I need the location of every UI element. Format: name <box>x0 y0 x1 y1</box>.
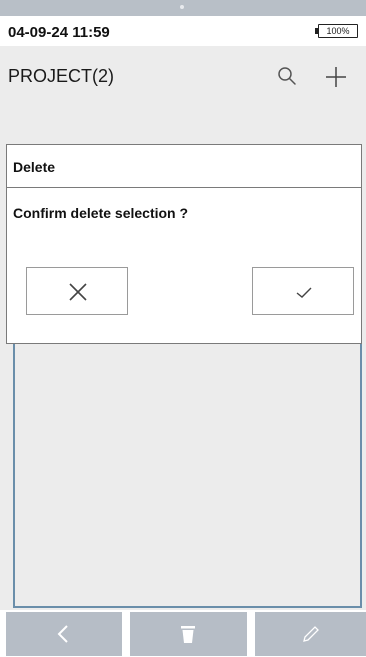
title-area: PROJECT(2) <box>0 46 366 144</box>
pencil-icon <box>303 626 319 642</box>
dialog-message: Confirm delete selection ? <box>13 205 189 221</box>
search-icon <box>278 67 296 85</box>
delete-dialog: Delete Confirm delete selection ? <box>6 144 362 344</box>
status-bar: 04-09-24 11:59 100% <box>0 16 366 46</box>
close-icon <box>69 283 87 301</box>
cancel-button[interactable] <box>26 267 128 315</box>
bottom-nav <box>0 610 366 657</box>
trash-icon <box>181 626 195 643</box>
dialog-title: Delete <box>13 159 56 175</box>
page-title: PROJECT(2) <box>8 66 115 86</box>
camera-notch <box>180 5 184 9</box>
plus-icon <box>326 67 346 87</box>
delete-button[interactable] <box>130 612 247 656</box>
status-datetime: 04-09-24 11:59 <box>8 24 110 41</box>
search-button[interactable] <box>272 62 302 92</box>
device-screen: 04-09-24 11:59 100% PROJECT(2) Delete Co… <box>0 0 366 657</box>
back-button[interactable] <box>6 612 122 656</box>
add-button[interactable] <box>321 62 351 92</box>
chevron-left-icon <box>57 625 68 643</box>
check-icon <box>296 287 312 298</box>
battery-indicator: 100% <box>315 24 358 38</box>
edit-button[interactable] <box>255 612 366 656</box>
top-frame <box>0 0 366 16</box>
dialog-header: Delete <box>7 145 361 188</box>
confirm-button[interactable] <box>252 267 354 315</box>
